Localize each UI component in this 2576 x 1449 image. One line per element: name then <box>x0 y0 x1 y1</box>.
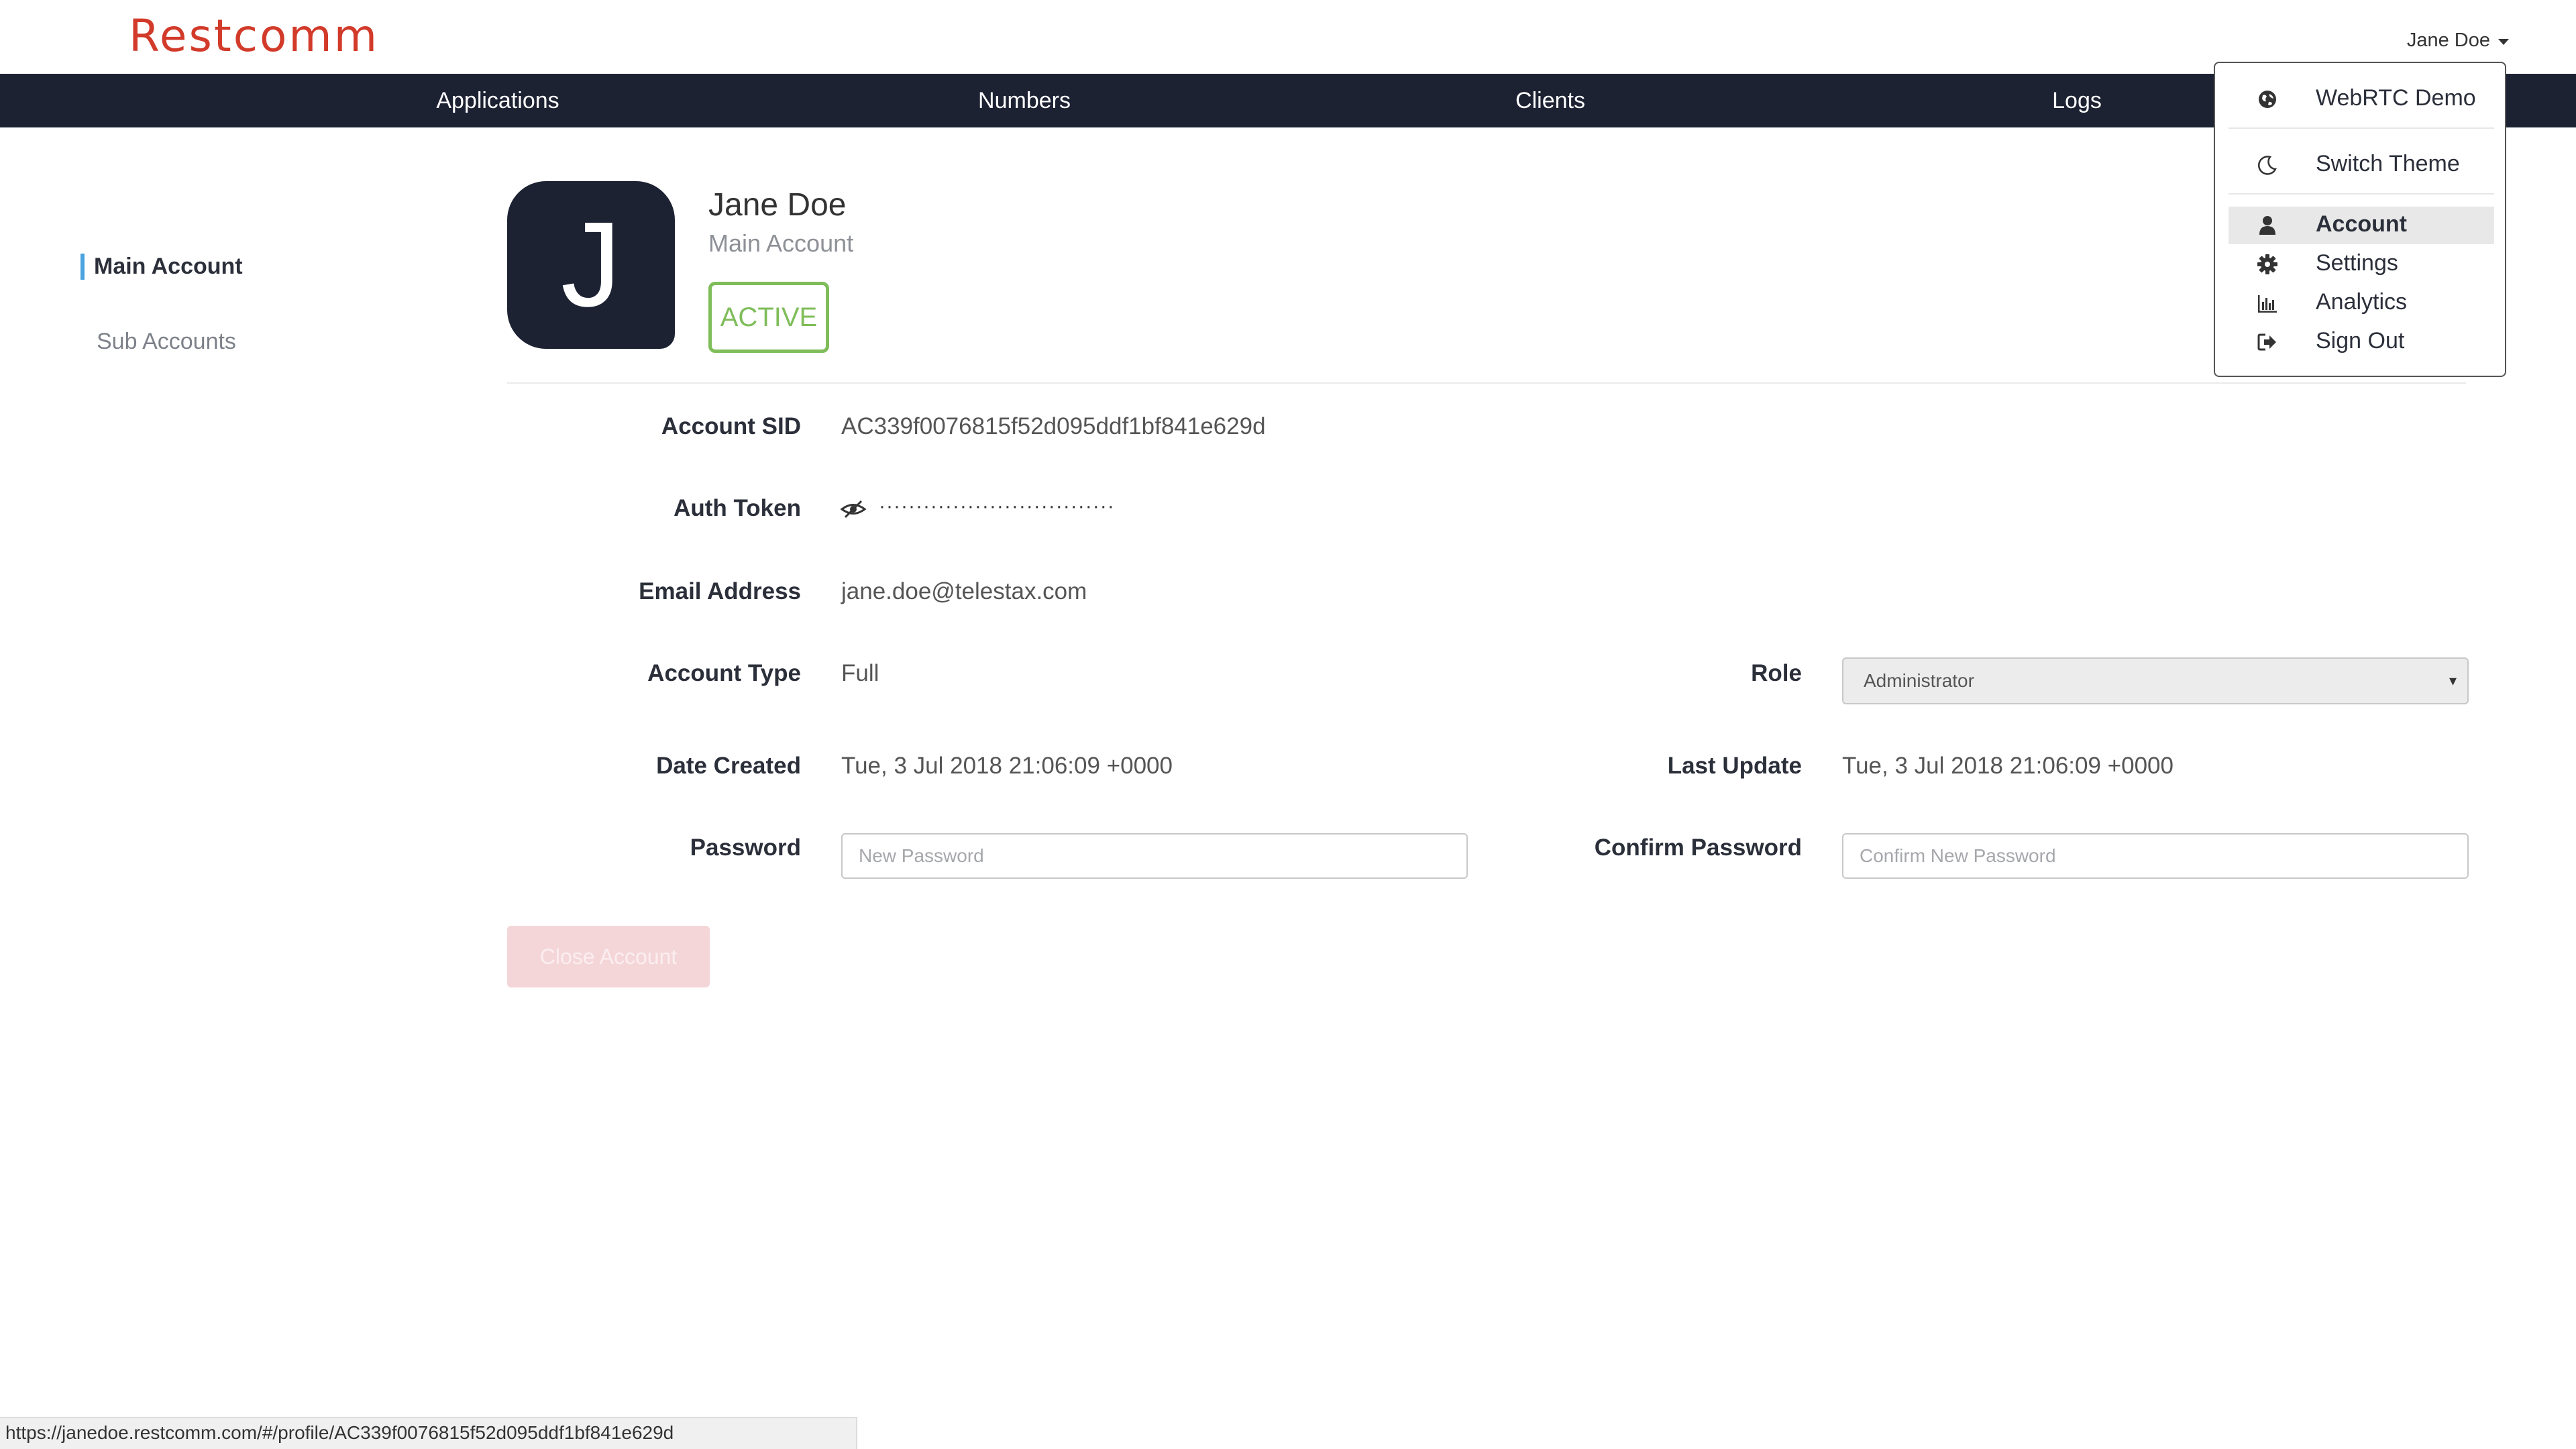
menu-item-label: WebRTC Demo <box>2316 85 2476 111</box>
menu-item-switch-theme[interactable]: Switch Theme <box>2229 146 2494 184</box>
menu-item-label: Settings <box>2316 250 2398 276</box>
nav-applications[interactable]: Applications <box>436 74 559 127</box>
menu-item-analytics[interactable]: Analytics <box>2229 284 2494 322</box>
nav-logs[interactable]: Logs <box>2052 74 2102 127</box>
select-arrow-icon: ▾ <box>2449 672 2457 689</box>
gear-icon <box>2257 254 2277 274</box>
divider <box>507 382 2466 384</box>
role-select[interactable]: Administrator ▾ <box>1842 657 2469 704</box>
close-account-button[interactable]: Close Account <box>507 926 710 987</box>
menu-item-settings[interactable]: Settings <box>2229 246 2494 283</box>
password-input[interactable] <box>841 833 1468 879</box>
menu-item-label: Switch Theme <box>2316 151 2460 176</box>
globe-icon <box>2259 91 2276 108</box>
menu-item-label: Analytics <box>2316 289 2408 315</box>
email-label: Email Address <box>639 578 801 604</box>
nav-numbers[interactable]: Numbers <box>978 74 1071 127</box>
account-sid-label: Account SID <box>661 413 801 439</box>
menu-item-account[interactable]: Account <box>2229 207 2494 244</box>
restcomm-logo[interactable]: Restcomm <box>129 9 379 63</box>
last-update-value: Tue, 3 Jul 2018 21:06:09 +0000 <box>1842 753 2174 779</box>
confirm-password-input[interactable] <box>1842 833 2469 879</box>
status-badge: ACTIVE <box>708 282 829 353</box>
user-icon <box>2259 216 2275 235</box>
menu-item-label: Account <box>2316 211 2407 237</box>
account-page: Restcomm Jane Doe Applications Numbers C… <box>0 0 2576 1449</box>
menu-item-label: Sign Out <box>2316 328 2405 354</box>
sign-out-icon <box>2257 333 2276 351</box>
date-created-label: Date Created <box>656 753 801 779</box>
email-value: jane.doe@telestax.com <box>841 578 1087 604</box>
eye-slash-icon[interactable] <box>840 499 867 519</box>
auth-token-masked: ································ <box>879 495 1115 517</box>
sidebar-item-sub-accounts[interactable]: Sub Accounts <box>86 329 236 355</box>
avatar: J <box>507 181 675 349</box>
menu-divider <box>2229 127 2494 129</box>
main-navbar: Applications Numbers Clients Logs <box>0 74 2576 127</box>
password-label: Password <box>690 835 801 861</box>
confirm-password-label: Confirm Password <box>1594 835 1802 861</box>
role-label: Role <box>1751 660 1802 686</box>
menu-item-webrtc-demo[interactable]: WebRTC Demo <box>2229 80 2494 118</box>
menu-item-sign-out[interactable]: Sign Out <box>2229 323 2494 361</box>
last-update-label: Last Update <box>1667 753 1802 779</box>
menu-divider <box>2229 193 2494 195</box>
auth-token-label: Auth Token <box>674 495 801 521</box>
role-select-value: Administrator <box>1864 670 1974 691</box>
sidebar-item-main-account[interactable]: Main Account <box>80 254 243 280</box>
profile-subtitle: Main Account <box>708 229 854 257</box>
moon-icon <box>2258 156 2277 175</box>
account-sid-value: AC339f0076815f52d095ddf1bf841e629d <box>841 413 1266 439</box>
bar-chart-icon <box>2258 295 2277 313</box>
date-created-value: Tue, 3 Jul 2018 21:06:09 +0000 <box>841 753 1173 779</box>
user-menu-toggle[interactable]: Jane Doe <box>2407 30 2509 52</box>
account-type-value: Full <box>841 660 879 686</box>
caret-down-icon <box>2498 39 2509 45</box>
user-dropdown-menu: WebRTC Demo Switch Theme Account Setting… <box>2214 62 2506 377</box>
account-type-label: Account Type <box>647 660 801 686</box>
user-name: Jane Doe <box>2406 30 2490 51</box>
nav-clients[interactable]: Clients <box>1515 74 1585 127</box>
profile-name: Jane Doe <box>708 187 847 223</box>
browser-status-bar: https://janedoe.restcomm.com/#/profile/A… <box>0 1417 857 1449</box>
